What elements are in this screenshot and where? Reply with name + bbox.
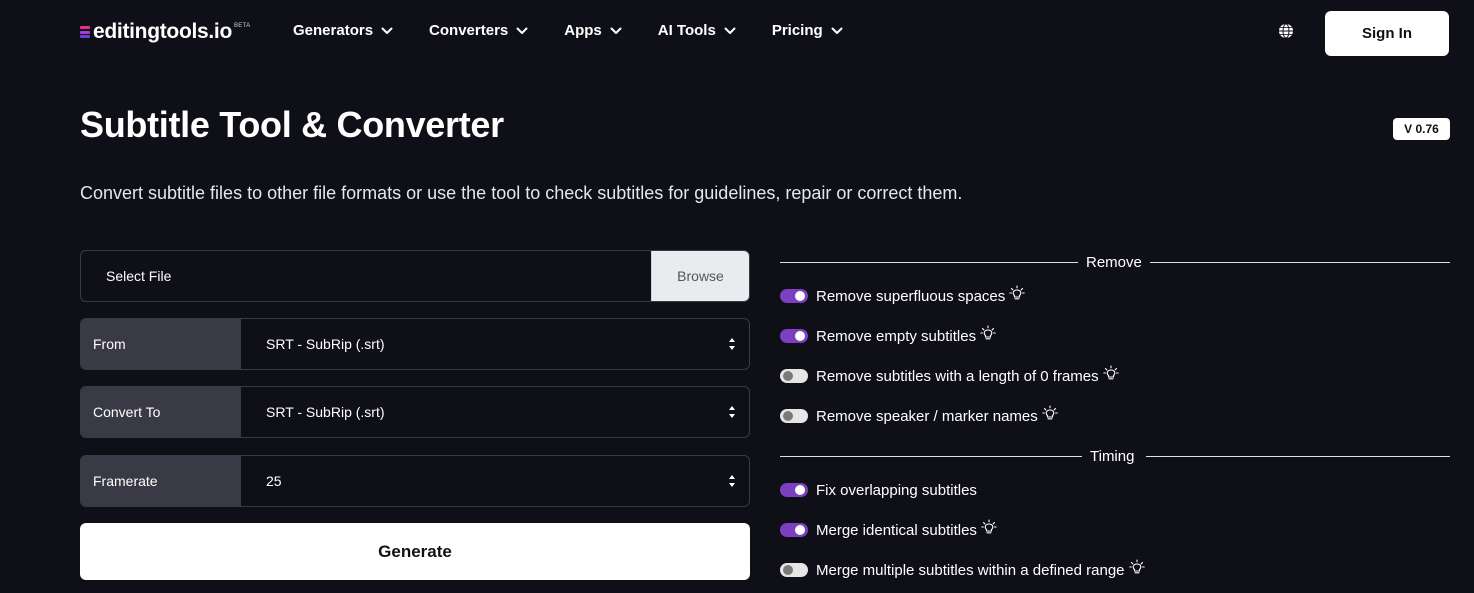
globe-icon[interactable]	[1278, 23, 1294, 39]
select-arrows-icon	[729, 406, 735, 418]
toggle-switch[interactable]	[780, 483, 808, 497]
divider	[780, 456, 1082, 457]
menu-label: Pricing	[771, 22, 823, 39]
toggle-switch[interactable]	[780, 409, 808, 423]
menu-label: Converters	[429, 22, 509, 39]
chevron-down-icon	[831, 27, 843, 34]
option-label: Remove speaker / marker names	[816, 407, 1038, 425]
option-remove-empty-subtitles: Remove empty subtitles	[780, 325, 996, 346]
menu-label: AI Tools	[657, 22, 716, 39]
chevron-down-icon	[381, 27, 393, 34]
logo[interactable]: editingtools.io BETA	[80, 20, 250, 44]
option-merge-identical: Merge identical subtitles	[780, 519, 997, 540]
sign-in-button[interactable]: Sign In	[1325, 11, 1449, 56]
page-description: Convert subtitle files to other file for…	[80, 183, 963, 203]
menu-label: Generators	[293, 22, 374, 39]
option-label: Remove superfluous spaces	[816, 287, 1006, 305]
chevron-down-icon	[516, 27, 528, 34]
lightbulb-icon[interactable]	[980, 325, 996, 341]
top-nav: editingtools.io BETA Generators Converte…	[0, 0, 1474, 64]
select-arrows-icon	[729, 475, 735, 487]
menu-ai-tools[interactable]: AI Tools	[658, 22, 736, 39]
framerate-select[interactable]: Framerate 25	[80, 455, 750, 507]
option-label: Fix overlapping subtitles	[816, 481, 977, 499]
section-timing-heading: Timing	[780, 446, 1450, 466]
convert-to-select[interactable]: Convert To SRT - SubRip (.srt)	[80, 386, 750, 438]
chevron-down-icon	[610, 27, 622, 34]
option-remove-speaker-names: Remove speaker / marker names	[780, 405, 1058, 426]
divider	[1146, 456, 1450, 457]
main-menu: Generators Converters Apps AI Tools Pric…	[293, 22, 879, 39]
page-title: Subtitle Tool & Converter	[80, 104, 504, 145]
framerate-label: Framerate	[81, 456, 241, 506]
file-picker[interactable]: Select File Browse	[80, 250, 750, 302]
option-label: Remove empty subtitles	[816, 327, 977, 345]
option-label: Merge identical subtitles	[816, 521, 977, 539]
from-label: From	[81, 319, 241, 369]
menu-generators[interactable]: Generators	[293, 22, 393, 39]
lightbulb-icon[interactable]	[1128, 559, 1145, 575]
convert-to-value[interactable]: SRT - SubRip (.srt)	[266, 387, 385, 437]
file-input-label: Select File	[106, 268, 172, 284]
section-remove-heading: Remove	[780, 252, 1450, 272]
convert-to-label: Convert To	[81, 387, 241, 437]
browse-button[interactable]: Browse	[651, 251, 749, 301]
section-title: Timing	[1090, 448, 1135, 465]
toggle-switch[interactable]	[780, 563, 808, 577]
menu-label: Apps	[564, 22, 602, 39]
divider	[780, 262, 1078, 263]
lightbulb-icon[interactable]	[1042, 405, 1058, 421]
option-fix-overlapping: Fix overlapping subtitles	[780, 480, 977, 500]
lightbulb-icon[interactable]	[981, 519, 997, 535]
toggle-switch[interactable]	[780, 329, 808, 343]
toggle-switch[interactable]	[780, 289, 808, 303]
version-badge: V 0.76	[1393, 118, 1450, 140]
framerate-value[interactable]: 25	[266, 456, 282, 506]
lightbulb-icon[interactable]	[1009, 285, 1026, 301]
chevron-down-icon	[724, 27, 736, 34]
toggle-switch[interactable]	[780, 523, 808, 537]
menu-pricing[interactable]: Pricing	[772, 22, 843, 39]
from-value[interactable]: SRT - SubRip (.srt)	[266, 319, 385, 369]
option-remove-zero-length: Remove subtitles with a length of 0 fram…	[780, 365, 1119, 386]
option-label: Merge multiple subtitles within a define…	[816, 561, 1125, 579]
logo-mark-icon	[80, 26, 90, 38]
lightbulb-icon[interactable]	[1102, 365, 1119, 381]
option-remove-superfluous-spaces: Remove superfluous spaces	[780, 285, 1026, 306]
option-label: Remove subtitles with a length of 0 fram…	[816, 367, 1099, 385]
logo-badge: BETA	[233, 23, 251, 29]
generate-button[interactable]: Generate	[80, 523, 750, 580]
menu-apps[interactable]: Apps	[564, 22, 622, 39]
menu-converters[interactable]: Converters	[429, 22, 528, 39]
from-select[interactable]: From SRT - SubRip (.srt)	[80, 318, 750, 370]
section-title: Remove	[1086, 254, 1142, 271]
divider	[1150, 262, 1450, 263]
select-arrows-icon	[729, 338, 735, 350]
toggle-switch[interactable]	[780, 369, 808, 383]
logo-text: editingtools.io	[93, 20, 232, 43]
option-merge-within-range: Merge multiple subtitles within a define…	[780, 559, 1145, 580]
